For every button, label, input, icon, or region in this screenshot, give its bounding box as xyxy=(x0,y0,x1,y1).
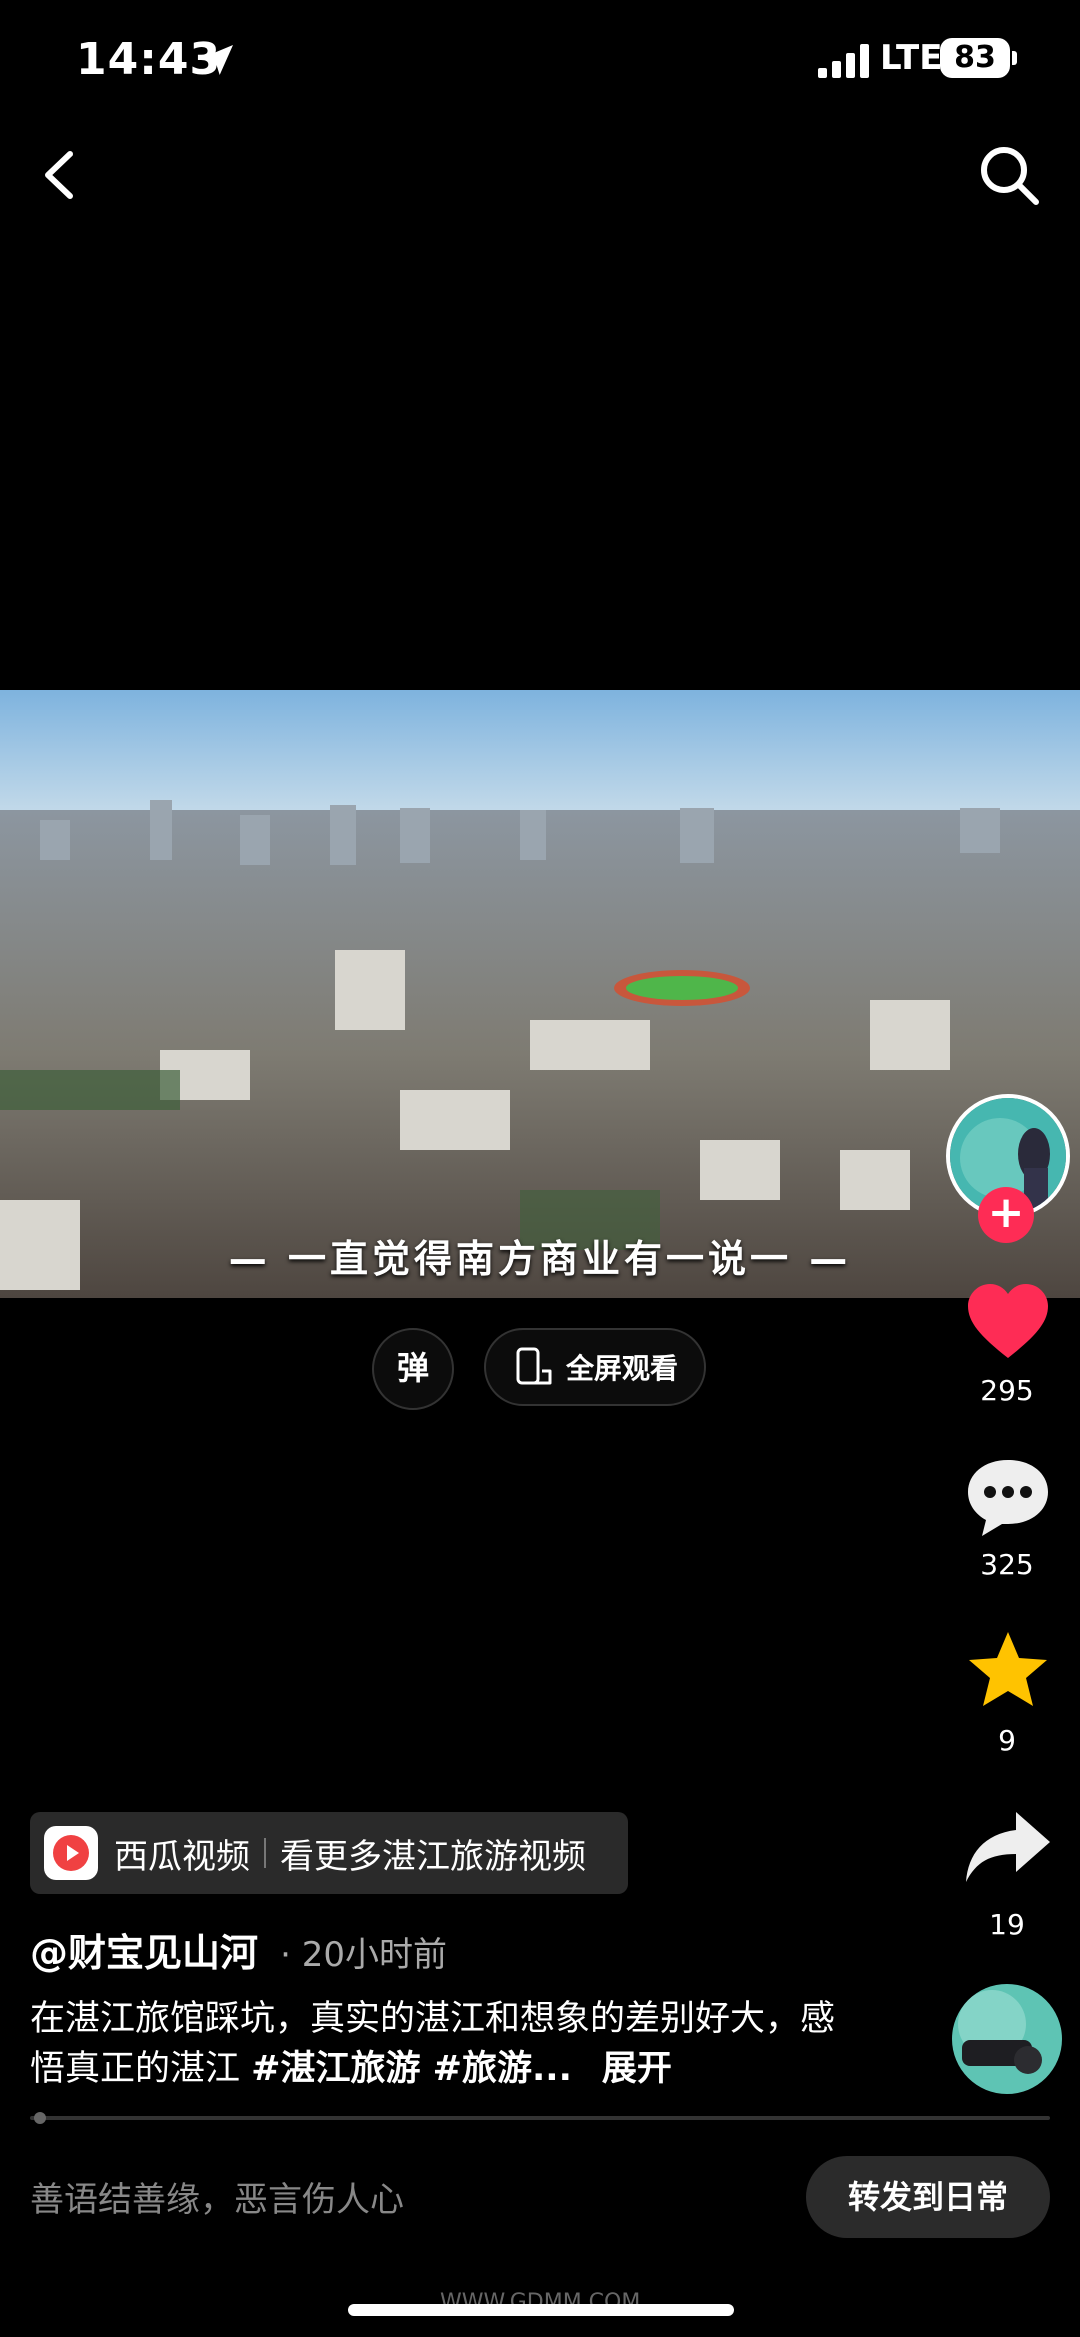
favorite-count: 9 xyxy=(998,1724,1016,1757)
video-caption: 在湛江旅馆踩坑，真实的湛江和想象的差别好大，感悟真正的湛江 #湛江旅游 #旅游.… xyxy=(30,1994,850,2094)
signal-icon xyxy=(818,44,869,78)
location-arrow-icon xyxy=(203,45,233,75)
rotate-screen-icon xyxy=(516,1347,552,1385)
progress-handle[interactable] xyxy=(34,2112,46,2124)
star-icon[interactable] xyxy=(960,1624,1056,1720)
subtitle-dash: — xyxy=(228,1237,288,1281)
battery-indicator: 83 xyxy=(940,38,1010,78)
fullscreen-label: 全屏观看 xyxy=(566,1352,679,1385)
banner-divider xyxy=(264,1838,266,1868)
subtitle-dash: — xyxy=(792,1237,852,1281)
search-icon[interactable] xyxy=(974,140,1044,210)
expand-button[interactable]: 展开 xyxy=(602,2049,672,2089)
network-type: LTE xyxy=(880,38,943,78)
music-disc[interactable] xyxy=(952,1984,1062,2094)
like-count: 295 xyxy=(980,1374,1034,1407)
xigua-video-banner[interactable]: 西瓜视频 看更多湛江旅游视频 xyxy=(30,1812,628,1894)
author-line: @财宝见山河 · 20小时前 xyxy=(30,1922,447,1977)
video-progress-bar[interactable] xyxy=(30,2116,1050,2120)
comment-input[interactable]: 善语结善缘，恶言伤人心 xyxy=(30,2172,404,2221)
fullscreen-button[interactable]: 全屏观看 xyxy=(484,1328,706,1406)
comment-count: 325 xyxy=(980,1548,1034,1581)
video-player[interactable] xyxy=(0,690,1080,1298)
comment-icon[interactable] xyxy=(960,1450,1056,1546)
home-indicator[interactable] xyxy=(348,2304,734,2316)
banner-cta: 看更多湛江旅游视频 xyxy=(280,1836,586,1877)
danmu-toggle-button[interactable]: 弹 xyxy=(372,1328,454,1410)
share-arrow-icon[interactable] xyxy=(960,1800,1056,1896)
banner-app-name: 西瓜视频 xyxy=(114,1836,250,1877)
back-icon[interactable] xyxy=(34,140,84,210)
author-name[interactable]: @财宝见山河 xyxy=(30,1931,258,1975)
caption-hashtags[interactable]: #湛江旅游 #旅游... xyxy=(251,2049,572,2089)
post-time: · 20小时前 xyxy=(280,1935,447,1975)
xigua-logo-icon xyxy=(44,1826,98,1880)
battery-tip xyxy=(1012,51,1017,65)
subtitle-text: 一直觉得南方商业有一说一 xyxy=(287,1237,792,1281)
repost-button[interactable]: 转发到日常 xyxy=(806,2156,1050,2238)
share-count: 19 xyxy=(989,1908,1025,1941)
heart-icon[interactable] xyxy=(960,1274,1056,1370)
video-subtitle: — 一直觉得南方商业有一说一 — xyxy=(0,1228,1080,1283)
follow-button[interactable]: + xyxy=(978,1187,1034,1243)
city-aerial-image xyxy=(0,690,1080,1298)
